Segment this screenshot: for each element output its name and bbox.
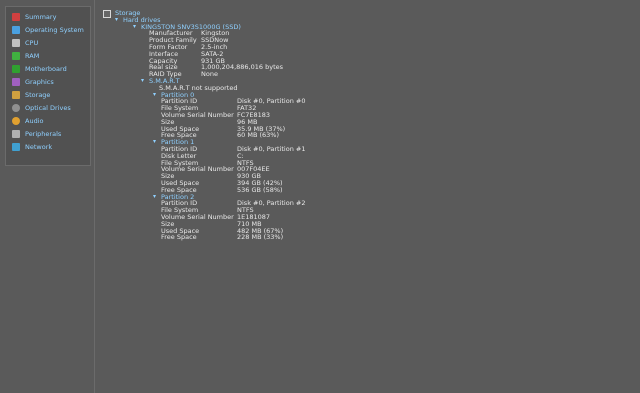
sidebar-item-label: Optical Drives	[25, 103, 71, 112]
property-key: Free Space	[161, 233, 197, 242]
sidebar-item-label: Storage	[25, 90, 51, 99]
sidebar-item-audio[interactable]: Audio	[6, 114, 90, 127]
motherboard-icon	[12, 64, 20, 73]
graphics-icon	[12, 77, 20, 86]
property-row: Volume Serial Number 007F04EE	[161, 166, 305, 173]
collapse-arrow-icon[interactable]: ▾	[141, 77, 149, 85]
smart-status: S.M.A.R.T not supported	[103, 84, 305, 92]
partitions: ▾ Partition 0 Partition ID Disk #0, Partiti…	[103, 91, 305, 242]
property-row: Free Space 228 MB (33%)	[161, 234, 305, 241]
sidebar-item-storage[interactable]: Storage	[6, 88, 90, 101]
sidebar-item-label: Operating System	[25, 25, 84, 34]
network-icon	[12, 142, 20, 151]
collapse-arrow-icon[interactable]: ▾	[153, 138, 161, 146]
sidebar-item-ram[interactable]: RAM	[6, 49, 90, 62]
sidebar-item-label: Summary	[25, 12, 57, 21]
sidebar-item-operating-system[interactable]: Operating System	[6, 23, 90, 36]
partition-properties: Partition ID Disk #0, Partition #2 File Sy…	[103, 200, 305, 241]
optical-drive-icon	[12, 103, 20, 112]
property-value: None	[201, 70, 218, 79]
drive-properties: Manufacturer Kingston Product Family SSDNow…	[103, 30, 305, 78]
property-value: 536 GB (58%)	[237, 185, 283, 194]
sidebar-item-peripherals[interactable]: Peripherals	[6, 127, 90, 140]
storage-icon	[12, 90, 20, 99]
sidebar-item-label: RAM	[25, 51, 40, 60]
sidebar-item-label: Audio	[25, 116, 44, 125]
sidebar-item-graphics[interactable]: Graphics	[6, 75, 90, 88]
property-value: Disk #0, Partition #1	[237, 144, 306, 153]
property-value: 60 MB (63%)	[237, 131, 279, 140]
sidebar: Summary Operating System CPU RAM Motherb…	[5, 6, 91, 166]
partition-properties: Partition ID Disk #0, Partition #1 Disk Le…	[103, 146, 305, 194]
storage-icon	[103, 10, 111, 18]
sidebar-item-label: Peripherals	[25, 129, 62, 138]
property-row: Volume Serial Number 1E181087	[161, 214, 305, 221]
sidebar-item-network[interactable]: Network	[6, 140, 90, 153]
audio-icon	[12, 116, 20, 125]
sidebar-item-label: Graphics	[25, 77, 54, 86]
os-icon	[12, 25, 20, 34]
summary-icon	[12, 12, 20, 21]
sidebar-item-optical-drives[interactable]: Optical Drives	[6, 101, 90, 114]
sidebar-item-summary[interactable]: Summary	[6, 10, 90, 23]
sidebar-item-cpu[interactable]: CPU	[6, 36, 90, 49]
storage-tree: Storage ▾ Hard drives ▾ KINGSTON SNV3S10…	[103, 10, 305, 241]
cpu-icon	[12, 38, 20, 47]
sidebar-item-motherboard[interactable]: Motherboard	[6, 62, 90, 75]
peripherals-icon	[12, 129, 20, 138]
collapse-arrow-icon[interactable]: ▾	[133, 23, 141, 31]
partition-properties: Partition ID Disk #0, Partition #0 File Sy…	[103, 98, 305, 139]
collapse-arrow-icon[interactable]: ▾	[153, 193, 161, 201]
collapse-arrow-icon[interactable]: ▾	[153, 91, 161, 99]
sidebar-item-label: Motherboard	[25, 64, 67, 73]
property-value: 228 MB (33%)	[237, 233, 284, 242]
sidebar-item-label: Network	[25, 142, 53, 151]
main-content: Storage ▾ Hard drives ▾ KINGSTON SNV3S10…	[94, 0, 640, 393]
sidebar-item-label: CPU	[25, 38, 39, 47]
collapse-arrow-icon[interactable]: ▾	[115, 16, 123, 24]
property-row: Volume Serial Number FC7E8183	[161, 112, 305, 119]
ram-icon	[12, 51, 20, 60]
